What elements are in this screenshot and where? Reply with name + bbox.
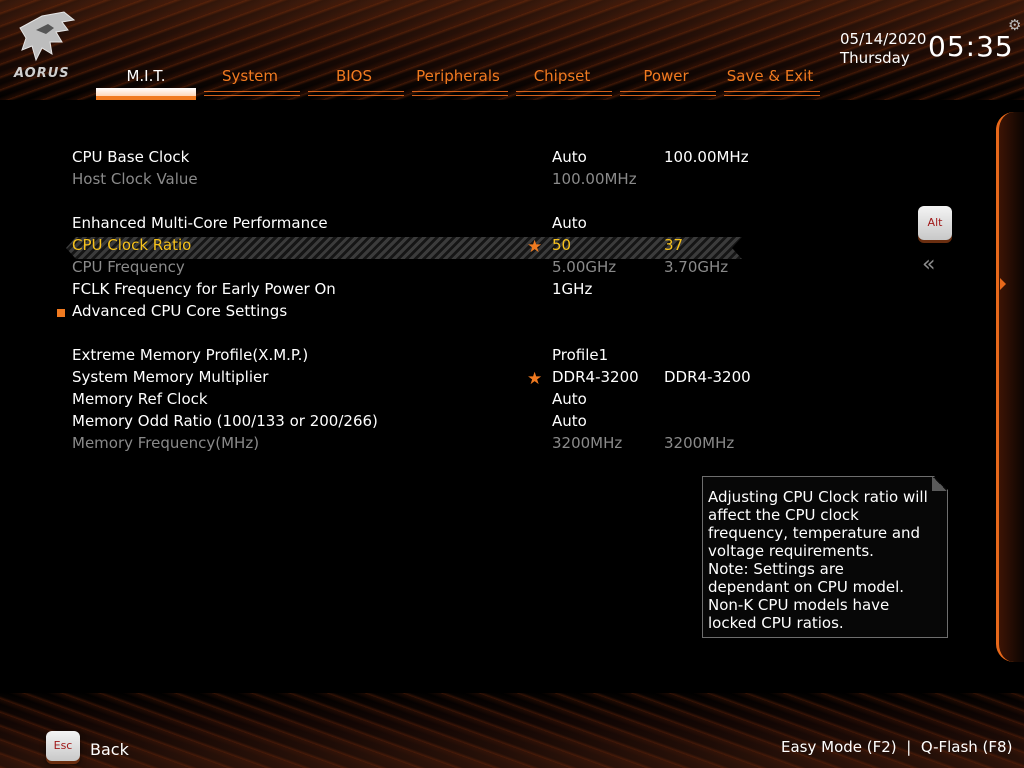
setting-cpu-frequency: CPU Frequency 5.00GHz 3.70GHz <box>72 258 752 280</box>
setting-value: 100.00MHz <box>552 170 637 188</box>
setting-name: Extreme Memory Profile(X.M.P.) <box>72 346 309 364</box>
setting-host-clock-value: Host Clock Value 100.00MHz <box>72 170 752 192</box>
side-panel-toggle[interactable] <box>996 112 1024 662</box>
setting-name: System Memory Multiplier <box>72 368 269 386</box>
easy-mode-link[interactable]: Easy Mode (F2) <box>781 738 897 756</box>
square-bullet-icon <box>57 309 65 317</box>
footer-background <box>0 693 1024 768</box>
setting-name: Memory Odd Ratio (100/133 or 200/266) <box>72 412 378 430</box>
help-text: Adjusting CPU Clock ratio will affect th… <box>708 488 928 632</box>
tab-peripherals[interactable]: Peripherals <box>408 66 508 100</box>
date-display: 05/14/2020 Thursday <box>840 30 926 68</box>
setting-fclk-frequency[interactable]: FCLK Frequency for Early Power On 1GHz <box>72 280 752 302</box>
setting-value[interactable]: 1GHz <box>552 280 592 298</box>
tab-chipset[interactable]: Chipset <box>512 66 612 100</box>
gear-icon[interactable]: ⚙ <box>1008 16 1024 34</box>
setting-value[interactable]: Auto <box>552 214 587 232</box>
setting-value[interactable]: Auto <box>552 412 587 430</box>
setting-name: CPU Base Clock <box>72 148 190 166</box>
alt-key-button[interactable]: Alt <box>918 206 952 240</box>
setting-system-memory-multiplier[interactable]: System Memory Multiplier DDR4-3200 DDR4-… <box>72 368 752 390</box>
setting-name: FCLK Frequency for Early Power On <box>72 280 336 298</box>
day-text: Thursday <box>840 49 910 67</box>
setting-cpu-base-clock[interactable]: CPU Base Clock Auto 100.00MHz <box>72 148 752 170</box>
setting-current-value: 3.70GHz <box>664 258 729 276</box>
setting-memory-frequency: Memory Frequency(MHz) 3200MHz 3200MHz <box>72 434 752 456</box>
back-label[interactable]: Back <box>90 740 129 759</box>
setting-value[interactable]: Profile1 <box>552 346 608 364</box>
star-icon: ★ <box>527 237 543 257</box>
tab-power[interactable]: Power <box>616 66 716 100</box>
setting-name: Host Clock Value <box>72 170 198 188</box>
setting-name: Memory Ref Clock <box>72 390 208 408</box>
setting-current-value: 100.00MHz <box>664 148 749 166</box>
setting-name: Enhanced Multi-Core Performance <box>72 214 328 232</box>
tab-label: System <box>222 67 278 85</box>
setting-value: 3200MHz <box>552 434 623 452</box>
brand-logo-text: AORUS <box>14 66 70 81</box>
setting-name: Advanced CPU Core Settings <box>72 302 288 320</box>
setting-name: CPU Clock Ratio <box>72 236 192 254</box>
setting-xmp[interactable]: Extreme Memory Profile(X.M.P.) Profile1 <box>72 346 752 368</box>
esc-key-button[interactable]: Esc <box>46 731 80 761</box>
setting-value[interactable]: 50 <box>552 236 571 254</box>
setting-memory-ref-clock[interactable]: Memory Ref Clock Auto <box>72 390 752 412</box>
setting-value[interactable]: DDR4-3200 <box>552 368 639 386</box>
panel-arrow-right-icon[interactable] <box>1000 278 1006 290</box>
date-text: 05/14/2020 <box>840 30 927 48</box>
qflash-link[interactable]: Q-Flash (F8) <box>921 738 1013 756</box>
tab-mit[interactable]: M.I.T. <box>96 66 196 100</box>
setting-cpu-clock-ratio[interactable]: CPU Clock Ratio 50 37 <box>72 236 752 258</box>
setting-current-value: 37 <box>664 236 684 254</box>
setting-memory-odd-ratio[interactable]: Memory Odd Ratio (100/133 or 200/266) Au… <box>72 412 752 434</box>
submenu-advanced-cpu-core-settings[interactable]: Advanced CPU Core Settings <box>72 302 752 324</box>
setting-value[interactable]: Auto <box>552 148 587 166</box>
tab-label: BIOS <box>335 67 373 85</box>
tab-label: Peripherals <box>416 67 500 85</box>
tab-system[interactable]: System <box>200 66 300 100</box>
tab-label: M.I.T. <box>126 67 166 85</box>
tab-label: Power <box>643 67 689 85</box>
star-icon: ★ <box>527 369 543 389</box>
setting-name: Memory Frequency(MHz) <box>72 434 260 452</box>
setting-name: CPU Frequency <box>72 258 185 276</box>
tab-save-exit[interactable]: Save & Exit <box>720 66 820 100</box>
setting-enhanced-multi-core[interactable]: Enhanced Multi-Core Performance Auto <box>72 214 752 236</box>
setting-current-value: 3200MHz <box>664 434 735 452</box>
footer-shortcuts: Easy Mode (F2) | Q-Flash (F8) <box>781 738 1012 756</box>
tab-bios[interactable]: BIOS <box>304 66 404 100</box>
clock-time: 05:35 <box>928 30 1014 63</box>
setting-current-value: DDR4-3200 <box>664 368 751 386</box>
tab-label: Chipset <box>533 67 591 85</box>
setting-value: 5.00GHz <box>552 258 617 276</box>
setting-value[interactable]: Auto <box>552 390 587 408</box>
tab-label: Save & Exit <box>726 67 814 85</box>
double-chevron-left-icon[interactable]: « <box>922 252 936 277</box>
